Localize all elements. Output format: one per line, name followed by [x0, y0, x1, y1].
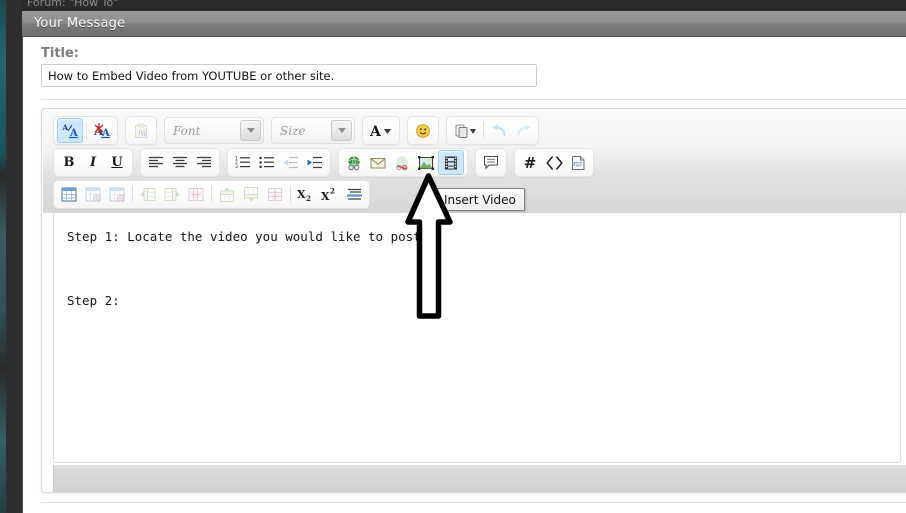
forum-post-page: Forum: "How To" Your Message Title: A A	[0, 0, 906, 513]
insert-video-icon[interactable]	[438, 150, 464, 175]
delete-column-icon[interactable]	[184, 183, 208, 206]
divider-above-editor	[41, 99, 906, 100]
superscript-icon[interactable]: X 2	[318, 183, 342, 206]
toolbar-group-lists-indent: 123	[227, 148, 331, 177]
editor-status-bar	[53, 465, 906, 492]
toolbar-separator	[290, 186, 291, 203]
table-properties-icon[interactable]	[81, 183, 105, 206]
undo-icon[interactable]	[487, 119, 511, 142]
select-all-format-icon[interactable]: A A	[57, 118, 83, 143]
title-input[interactable]	[41, 64, 537, 87]
title-label: Title:	[41, 46, 80, 61]
chevron-down-icon	[331, 120, 352, 141]
insert-email-icon[interactable]	[366, 151, 390, 174]
ordered-list-icon[interactable]: 123	[231, 151, 255, 174]
divider-below-editor	[41, 502, 906, 503]
redo-icon[interactable]	[511, 119, 535, 142]
toolbar-separator	[132, 186, 133, 203]
insert-image-icon[interactable]	[414, 151, 438, 174]
svg-text:php: php	[574, 161, 583, 166]
svg-text:A: A	[369, 124, 382, 139]
svg-text:W: W	[139, 131, 147, 138]
insert-link-icon[interactable]	[342, 151, 366, 174]
bold-icon[interactable]: B	[57, 151, 81, 174]
font-size-dropdown-label: Size	[280, 123, 306, 138]
unordered-list-icon[interactable]	[255, 151, 279, 174]
section-header-bar: Your Message	[22, 11, 906, 37]
italic-icon[interactable]: I	[81, 151, 105, 174]
insert-quote-icon[interactable]	[479, 151, 503, 174]
page-title: Your Message	[34, 16, 126, 31]
insert-row-above-icon[interactable]	[215, 183, 239, 206]
text-color-icon[interactable]: A	[366, 119, 396, 142]
align-right-icon[interactable]	[192, 151, 216, 174]
svg-text:X: X	[321, 190, 330, 202]
font-name-dropdown[interactable]: Font	[164, 117, 264, 144]
message-body-text: Step 1: Locate the video you would like …	[67, 229, 429, 308]
font-size-dropdown[interactable]: Size	[271, 117, 355, 144]
outdent-icon[interactable]	[279, 151, 303, 174]
toolbar-group-insert-media	[338, 148, 468, 177]
svg-text:2: 2	[306, 194, 311, 202]
toolbar-separator	[86, 122, 87, 139]
insert-column-left-icon[interactable]	[136, 183, 160, 206]
insert-php-icon[interactable]: php	[566, 151, 590, 174]
toolbar-group-code: # php	[514, 148, 594, 177]
font-name-dropdown-label: Font	[173, 123, 201, 138]
toolbar-group-bold-italic-underline: B I U	[53, 148, 133, 177]
svg-text:2: 2	[330, 187, 335, 196]
page-left-gutter-border	[22, 0, 23, 513]
breadcrumb[interactable]: Forum: "How To"	[27, 0, 327, 10]
toolbar-group-alignment	[140, 148, 220, 177]
toolbar-group-paste: W	[125, 116, 157, 145]
delete-table-icon[interactable]	[105, 183, 129, 206]
svg-text:X: X	[297, 188, 306, 201]
message-body-editable[interactable]: Step 1: Locate the video you would like …	[53, 213, 901, 463]
insert-column-right-icon[interactable]	[160, 183, 184, 206]
toolbar-row-1: A A A A W Font Size A	[53, 116, 539, 145]
toolbar-row-3: X 2 X 2	[53, 180, 370, 209]
smiley-icon[interactable]	[411, 119, 435, 142]
toolbar-group-smiley	[407, 116, 439, 145]
toolbar-group-table-tools: X 2 X 2	[53, 180, 370, 209]
toolbar-group-format: A A A A	[53, 116, 118, 145]
insert-code-icon[interactable]	[542, 151, 566, 174]
toolbar-group-attach-undo	[446, 116, 539, 145]
svg-text:A: A	[62, 123, 69, 132]
toolbar-separator	[483, 122, 484, 139]
paste-from-word-icon[interactable]: W	[129, 119, 153, 142]
remove-link-icon[interactable]	[390, 151, 414, 174]
align-center-icon[interactable]	[168, 151, 192, 174]
subscript-icon[interactable]: X 2	[294, 183, 318, 206]
toolbar-group-color: A	[362, 116, 400, 145]
remove-format-icon[interactable]: A A	[90, 119, 114, 142]
page-left-gutter	[6, 0, 22, 513]
chevron-down-icon	[240, 120, 261, 141]
delete-row-icon[interactable]	[263, 183, 287, 206]
toolbar-separator	[211, 186, 212, 203]
indent-icon[interactable]	[303, 151, 327, 174]
insert-row-below-icon[interactable]	[239, 183, 263, 206]
tooltip-insert-video: Insert Video	[435, 188, 525, 211]
rich-text-editor: A A A A W Font Size A B I U 1 2 3 # php …	[41, 108, 906, 493]
attachment-icon[interactable]	[450, 119, 480, 142]
toolbar-group-quote	[475, 148, 507, 177]
underline-icon[interactable]: U	[105, 151, 129, 174]
insert-table-icon[interactable]	[57, 183, 81, 206]
toolbar-row-2: B I U 1 2 3 # php	[53, 148, 594, 177]
svg-text:3: 3	[235, 164, 238, 169]
insert-hash-icon[interactable]: #	[518, 151, 542, 174]
horizontal-rule-icon[interactable]	[342, 183, 366, 206]
align-left-icon[interactable]	[144, 151, 168, 174]
